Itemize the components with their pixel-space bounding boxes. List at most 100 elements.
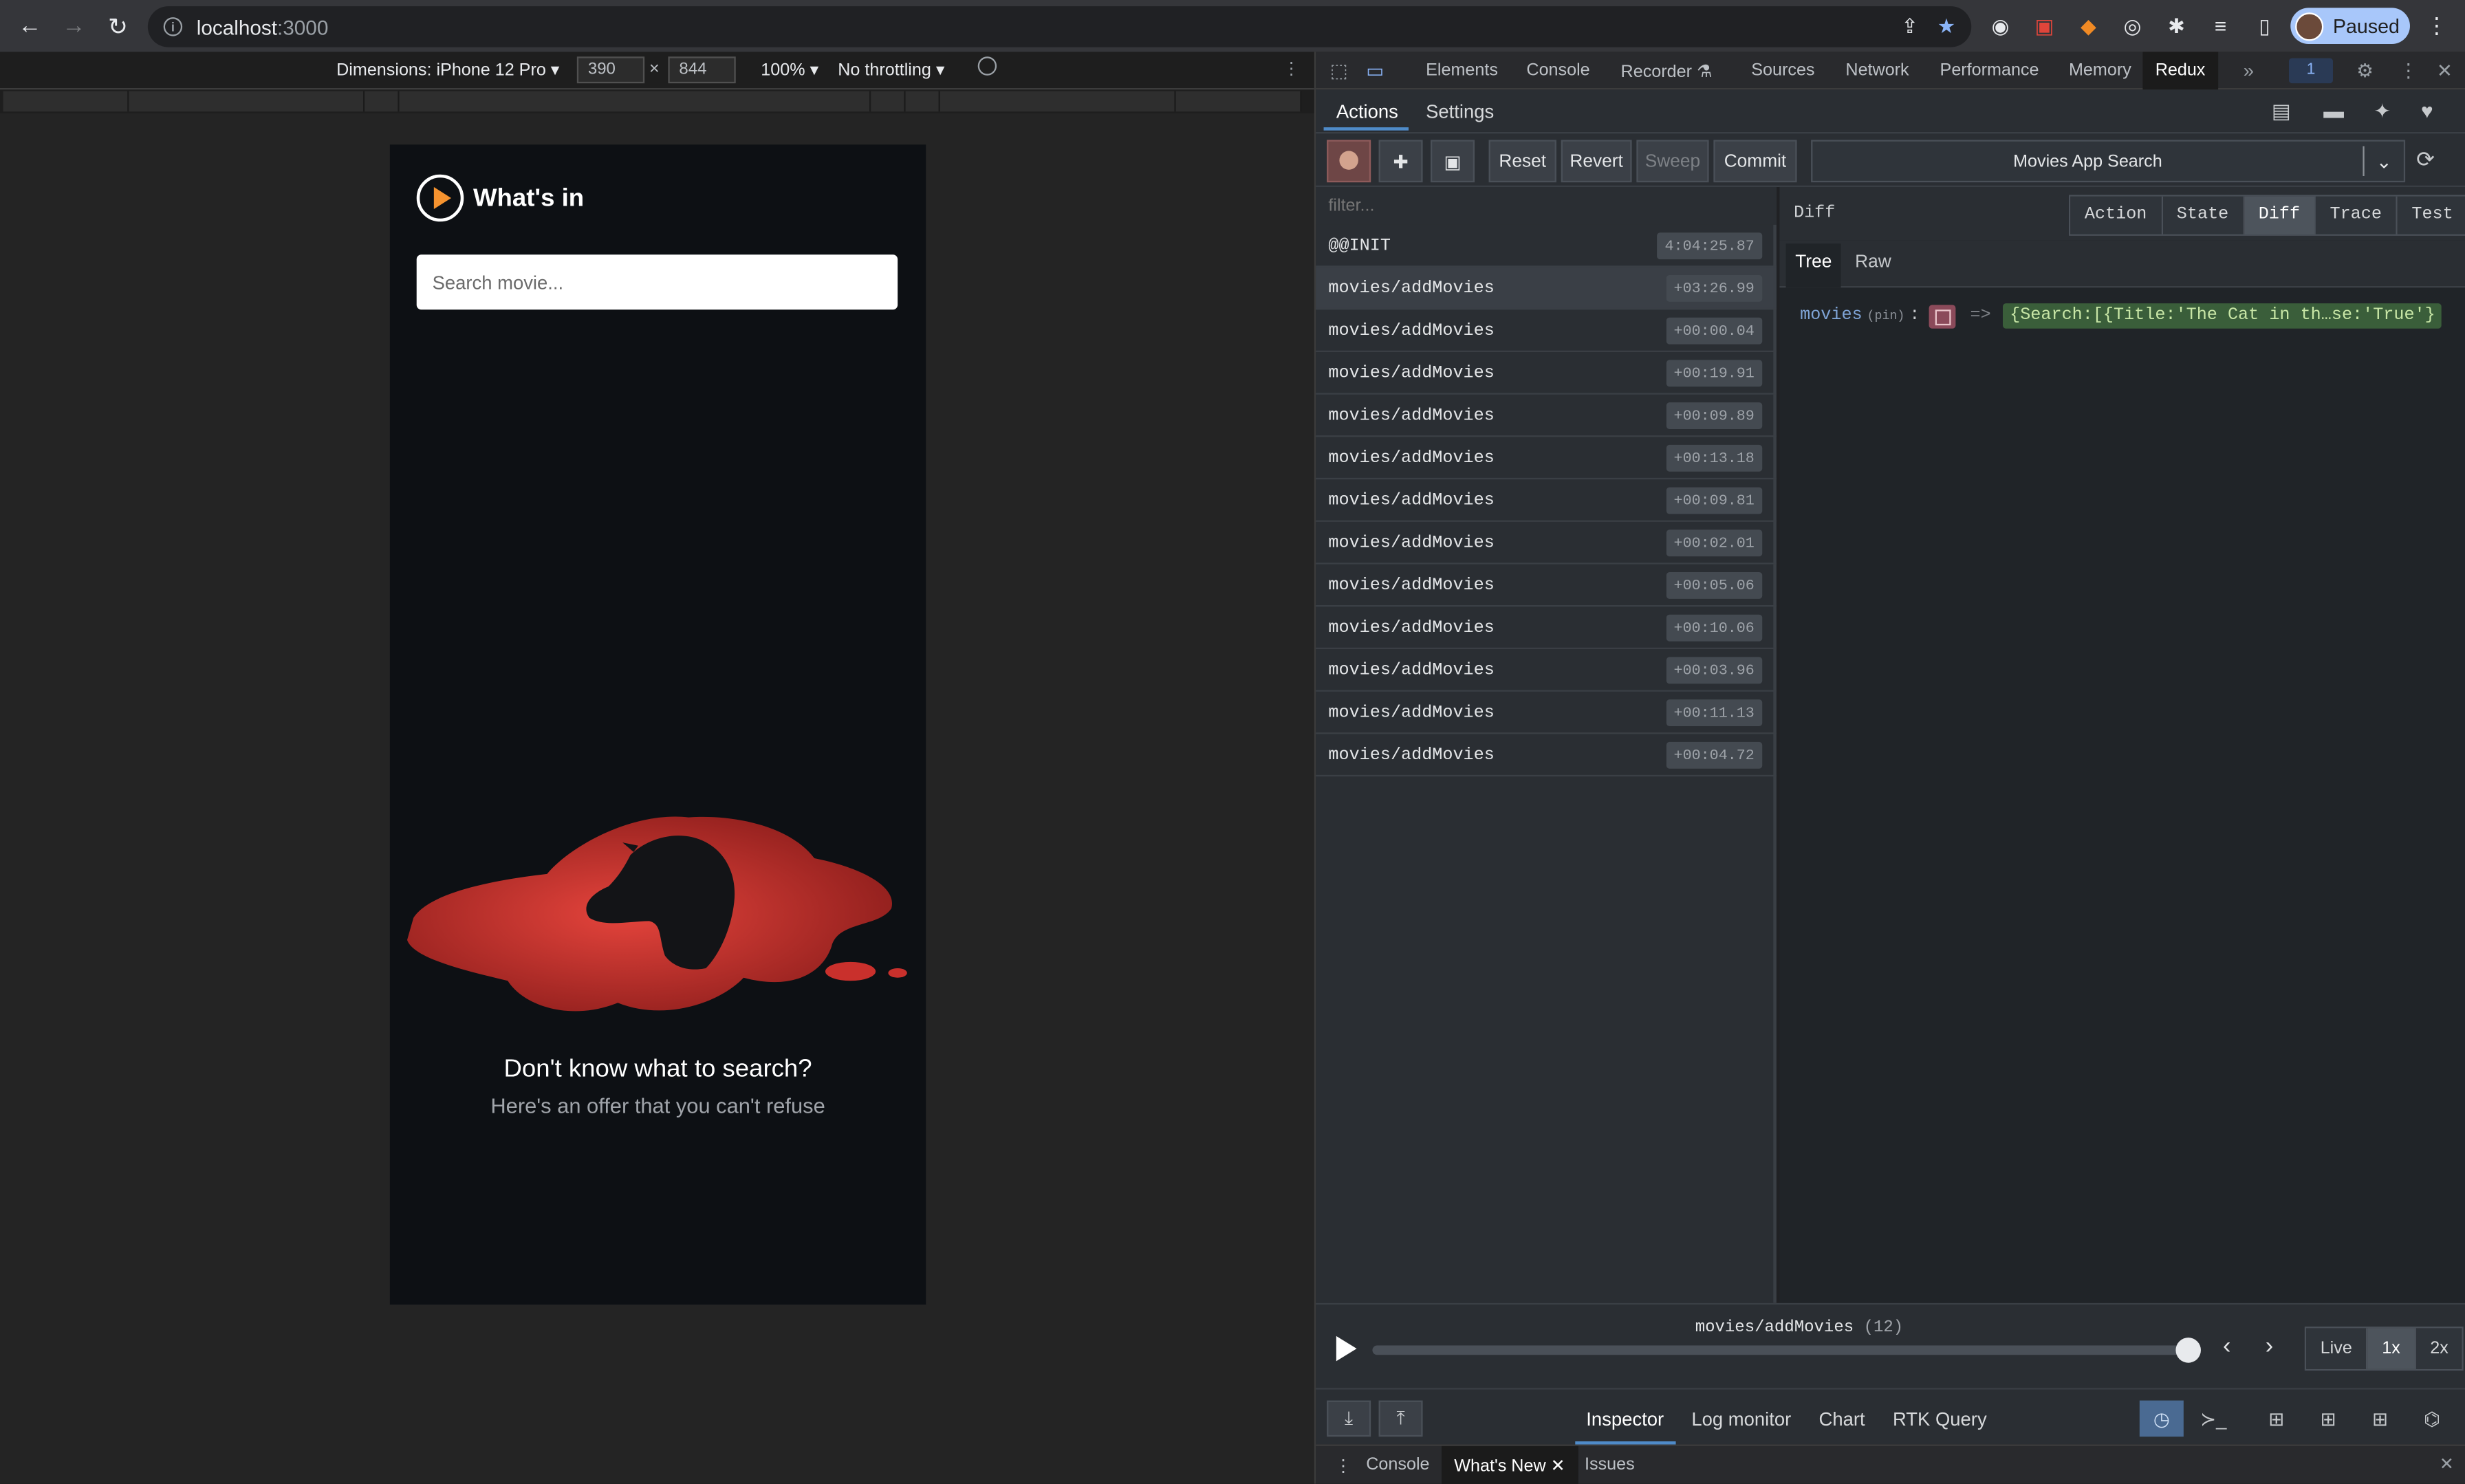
issues-badge[interactable]: 1 xyxy=(2288,58,2333,84)
action-time[interactable]: +00:10.06 xyxy=(1666,614,1763,642)
drawer-tab-issues[interactable]: Issues xyxy=(1585,1456,1635,1474)
action-time[interactable]: +00:19.91 xyxy=(1666,360,1763,387)
share-icon[interactable]: ⇪ xyxy=(1901,14,1918,40)
commit-button[interactable]: Commit xyxy=(1713,140,1797,183)
reset-button[interactable]: Reset xyxy=(1488,140,1556,183)
device-toggle-icon[interactable]: ▭ xyxy=(1366,60,1384,82)
revert-button[interactable]: Revert xyxy=(1561,140,1632,183)
filter-input[interactable] xyxy=(1316,186,1777,225)
action-time[interactable]: 4:04:25.87 xyxy=(1657,232,1763,260)
action-time[interactable]: +00:00.04 xyxy=(1666,317,1763,345)
action-row[interactable]: @@INIT 4:04:25.87 xyxy=(1316,225,1777,268)
action-time[interactable]: +00:09.89 xyxy=(1666,402,1763,429)
action-time[interactable]: +03:26.99 xyxy=(1666,274,1763,302)
tab-redux[interactable]: Redux xyxy=(2142,52,2218,90)
tab-elements[interactable]: Elements xyxy=(1426,61,1498,80)
dock-right-icon[interactable]: ⊞ xyxy=(2306,1401,2350,1437)
zoom-select[interactable]: 100% ▾ xyxy=(761,60,818,80)
persist-icon[interactable]: ◷ xyxy=(2139,1400,2184,1437)
throttling-select[interactable]: No throttling ▾ xyxy=(838,60,944,80)
slider-track[interactable] xyxy=(1372,1345,2190,1355)
action-row[interactable]: movies/addMovies +00:04.72 xyxy=(1316,734,1777,777)
back-icon[interactable]: ← xyxy=(8,0,52,52)
monitor-log[interactable]: Log monitor xyxy=(1691,1408,1791,1430)
speed-2x[interactable]: 2x xyxy=(2415,1328,2463,1369)
close-drawer-icon[interactable]: ✕ xyxy=(2440,1454,2454,1474)
address-bar[interactable]: i localhost:3000 ⇪ ★ xyxy=(147,6,1972,47)
diff-key[interactable]: movies xyxy=(1800,307,1863,325)
speed-live[interactable]: Live xyxy=(2306,1328,2368,1369)
tab-network[interactable]: Network xyxy=(1845,61,1909,80)
dock-bottom-icon[interactable]: ⊞ xyxy=(2358,1401,2402,1437)
action-time[interactable]: +00:13.18 xyxy=(1666,444,1763,472)
play-icon[interactable] xyxy=(1336,1335,1357,1362)
action-row[interactable]: movies/addMovies +00:02.01 xyxy=(1316,522,1777,565)
action-row[interactable]: movies/addMovies +00:10.06 xyxy=(1316,607,1777,649)
action-time[interactable]: +00:02.01 xyxy=(1666,530,1763,557)
action-row[interactable]: movies/addMovies +00:09.89 xyxy=(1316,395,1777,437)
next-icon[interactable]: › xyxy=(2266,1333,2273,1360)
lock-icon[interactable]: ▣ xyxy=(1430,140,1475,183)
action-time[interactable]: +00:04.72 xyxy=(1666,741,1763,769)
more-tabs-icon[interactable]: » xyxy=(2244,60,2254,82)
tab-actions[interactable]: Actions xyxy=(1336,100,1398,122)
record-button[interactable] xyxy=(1327,140,1371,183)
profile-button[interactable]: Paused xyxy=(2290,8,2410,44)
heart-icon[interactable]: ♥ xyxy=(2421,99,2433,122)
monitor-chart[interactable]: Chart xyxy=(1819,1408,1865,1430)
tab-recorder[interactable]: Recorder ⚗ xyxy=(1621,61,1713,81)
mode-action[interactable]: Action xyxy=(2070,196,2163,234)
extension-2-icon[interactable]: ▣ xyxy=(2028,10,2061,43)
bookmark-star-icon[interactable]: ★ xyxy=(1937,14,1956,40)
metamask-icon[interactable]: ◆ xyxy=(2072,10,2105,43)
drawer-menu-icon[interactable]: ⋮ xyxy=(1335,1456,1352,1476)
slider-thumb[interactable] xyxy=(2175,1338,2201,1363)
import-icon[interactable]: ⤓ xyxy=(1327,1400,1371,1437)
monitor-rtk-query[interactable]: RTK Query xyxy=(1893,1408,1987,1430)
tab-sources[interactable]: Sources xyxy=(1751,61,1814,80)
tab-console[interactable]: Console xyxy=(1526,61,1589,80)
height-input[interactable]: 844 xyxy=(668,56,736,84)
close-devtools-icon[interactable]: ✕ xyxy=(2437,60,2453,82)
inspect-element-icon[interactable]: ⬚ xyxy=(1330,60,1348,82)
action-row[interactable]: movies/addMovies +00:03.96 xyxy=(1316,649,1777,692)
media-control-icon[interactable]: ≡ xyxy=(2204,10,2237,43)
drawer-tab-console[interactable]: Console xyxy=(1366,1456,1429,1474)
instance-select[interactable]: Movies App Search ⌄ xyxy=(1811,140,2406,183)
monitor-inspector[interactable]: Inspector xyxy=(1586,1408,1664,1430)
action-time[interactable]: +00:03.96 xyxy=(1666,657,1763,684)
action-row[interactable]: movies/addMovies +00:19.91 xyxy=(1316,352,1777,395)
action-row[interactable]: movies/addMovies +00:11.13 xyxy=(1316,692,1777,734)
sync-icon[interactable]: ⟳ xyxy=(2416,146,2435,173)
search-movie-input[interactable] xyxy=(416,254,898,310)
drawer-tab-whats-new[interactable]: What's New ✕ xyxy=(1441,1445,1578,1484)
action-row[interactable]: movies/addMovies +03:26.99 xyxy=(1316,267,1777,310)
device-select[interactable]: Dimensions: iPhone 12 Pro ▾ xyxy=(336,60,559,80)
diff-added-value[interactable]: {Search:[{Title:'The Cat in th…se:'True'… xyxy=(2003,303,2442,329)
mode-trace[interactable]: Trace xyxy=(2315,196,2398,234)
tab-settings[interactable]: Settings xyxy=(1426,100,1494,122)
browser-menu-icon[interactable]: ⋮ xyxy=(2426,12,2448,39)
reload-icon[interactable]: ↻ xyxy=(96,0,140,52)
action-time[interactable]: +00:05.06 xyxy=(1666,571,1763,599)
action-row[interactable]: movies/addMovies +00:05.06 xyxy=(1316,565,1777,607)
extension-1-icon[interactable]: ◉ xyxy=(1984,10,2017,43)
remote-icon[interactable]: ⌬ xyxy=(2410,1401,2454,1437)
mode-diff[interactable]: Diff xyxy=(2244,196,2316,234)
forward-icon[interactable]: → xyxy=(52,0,96,52)
rotate-icon[interactable] xyxy=(977,56,997,76)
extension-4-icon[interactable]: ◎ xyxy=(2116,10,2149,43)
action-time[interactable]: +00:09.81 xyxy=(1666,487,1763,514)
feedback-icon[interactable]: ▬ xyxy=(2323,99,2344,122)
previous-icon[interactable]: ‹ xyxy=(2223,1333,2230,1360)
width-input[interactable]: 390 xyxy=(576,56,645,84)
devtools-menu-icon[interactable]: ⋮ xyxy=(2399,60,2418,82)
diff-pin[interactable]: (pin) xyxy=(1867,309,1905,323)
terminal-icon[interactable]: ≻_ xyxy=(2191,1401,2235,1437)
tab-memory[interactable]: Memory xyxy=(2069,61,2131,80)
speed-1x[interactable]: 1x xyxy=(2367,1328,2416,1369)
action-time[interactable]: +00:11.13 xyxy=(1666,699,1763,726)
mode-test[interactable]: Test xyxy=(2397,196,2465,234)
mode-state[interactable]: State xyxy=(2162,196,2245,234)
extensions-puzzle-icon[interactable]: ✱ xyxy=(2160,10,2193,43)
